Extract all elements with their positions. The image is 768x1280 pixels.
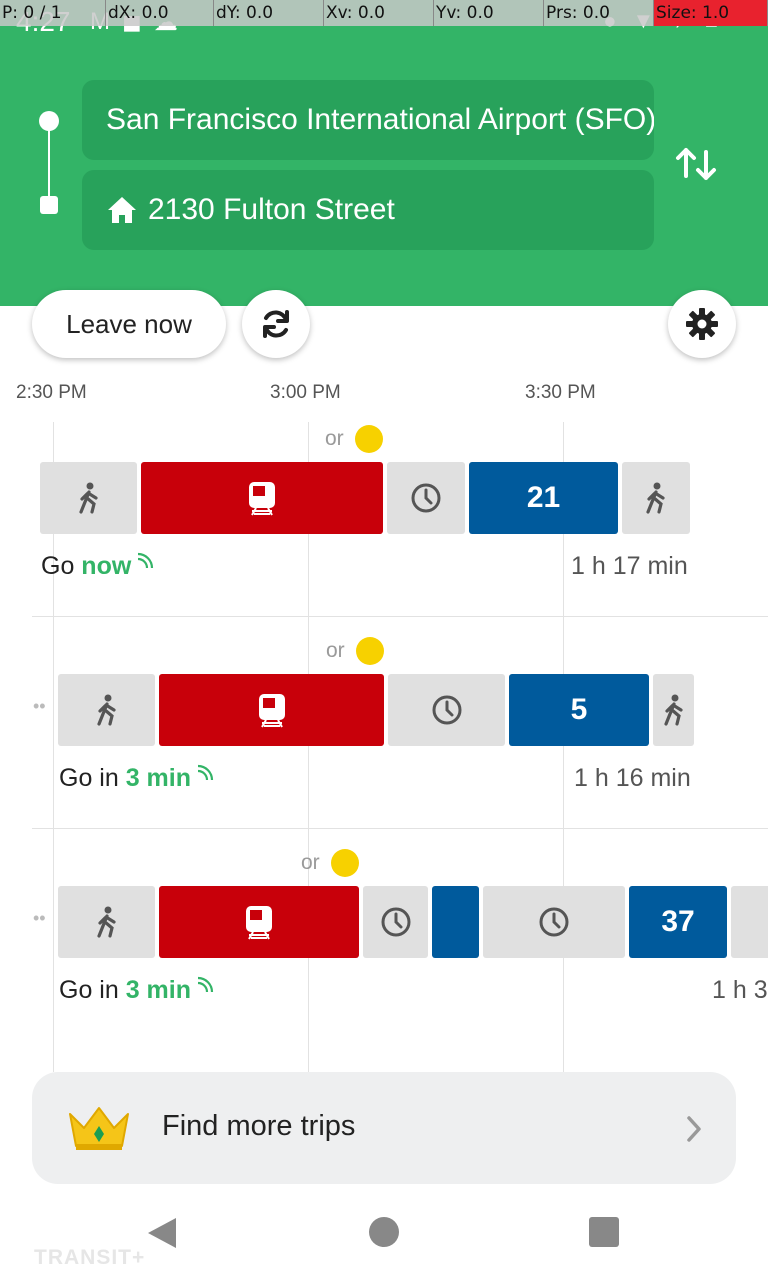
trip-duration: 1 h 3 <box>712 976 768 1004</box>
swap-icon[interactable] <box>672 140 720 188</box>
leave-now-label: Leave now <box>66 308 192 339</box>
alternative-indicator <box>331 849 359 877</box>
bus-route-label: 5 <box>570 693 588 726</box>
departure-text: Go now <box>41 552 154 581</box>
train-icon <box>258 694 285 728</box>
refresh-icon <box>263 310 289 338</box>
departure-prefix: Go in <box>59 764 126 792</box>
find-more-trips-label: Find more trips <box>162 1110 356 1142</box>
leave-now-button[interactable]: Leave now <box>32 290 226 358</box>
clock-icon <box>411 483 441 513</box>
walk-segment <box>653 674 694 746</box>
wait-segment <box>483 886 625 958</box>
nav-back-icon[interactable] <box>146 1216 178 1250</box>
wait-segment <box>387 462 465 534</box>
clock-icon <box>539 907 569 937</box>
departure-text: Go in 3 min <box>59 976 214 1005</box>
trip-duration: 1 h 17 min <box>571 552 688 580</box>
walk-segment <box>58 674 155 746</box>
destination-text: 2130 Fulton Street <box>148 193 395 226</box>
realtime-icon <box>138 552 154 569</box>
gear-icon <box>686 308 718 340</box>
walk-icon <box>663 694 683 726</box>
clock-icon <box>381 907 410 937</box>
rail-segment <box>141 462 383 534</box>
origin-field[interactable]: San Francisco International Airport (SFO… <box>82 80 654 160</box>
chevron-right-icon <box>687 1116 701 1142</box>
settings-button[interactable] <box>668 290 736 358</box>
trip-divider <box>32 828 768 829</box>
walk-icon <box>78 482 98 514</box>
bus-segment <box>432 886 479 958</box>
continuation-dots: •• <box>33 696 46 716</box>
alternative-indicator <box>356 637 384 665</box>
walk-icon <box>96 906 116 938</box>
debug-prs: Prs: 0.0 <box>544 0 654 26</box>
walk-icon <box>96 694 116 726</box>
debug-dx: dX: 0.0 <box>106 0 214 26</box>
departure-time: 3 min <box>125 976 191 1004</box>
bus-segment: 5 <box>509 674 649 746</box>
train-icon <box>246 906 272 940</box>
trip-divider <box>32 616 768 617</box>
time-label-2: 3:00 PM <box>270 382 341 403</box>
refresh-button[interactable] <box>242 290 310 358</box>
nav-recents-icon[interactable] <box>589 1217 619 1247</box>
debug-xv: Xv: 0.0 <box>324 0 434 26</box>
train-icon <box>249 482 275 516</box>
brand-watermark: TRANSIT+ <box>34 1246 146 1269</box>
departure-time: 3 min <box>125 764 191 792</box>
trip-header: 4:27 M ◼ ☁ ● ▼ ✈ ■ P: 0 / 1 dX: 0.0 dY: … <box>0 0 768 306</box>
time-label-3: 3:30 PM <box>525 382 596 403</box>
debug-size: Size: 1.0 <box>654 0 768 26</box>
walk-icon <box>646 482 665 514</box>
bus-segment: 37 <box>629 886 727 958</box>
debug-pointer: P: 0 / 1 <box>0 0 106 26</box>
crown-icon <box>69 1107 129 1150</box>
debug-yv: Yv: 0.0 <box>434 0 544 26</box>
walk-segment <box>40 462 137 534</box>
bus-route-label: 37 <box>661 905 695 938</box>
home-icon <box>108 197 136 223</box>
pointer-debug-overlay: P: 0 / 1 dX: 0.0 dY: 0.0 Xv: 0.0 Yv: 0.0… <box>0 0 768 26</box>
rail-segment <box>159 886 359 958</box>
rail-segment <box>159 674 384 746</box>
departure-prefix: Go <box>41 552 82 580</box>
origin-marker <box>39 111 59 131</box>
walk-segment <box>622 462 690 534</box>
continuation-dots: •• <box>33 908 46 928</box>
trip-duration: 1 h 16 min <box>574 764 691 792</box>
realtime-icon <box>197 976 214 993</box>
departure-prefix: Go in <box>59 976 126 1004</box>
destination-field[interactable]: 2130 Fulton Street <box>82 170 654 250</box>
or-label: or <box>325 427 344 450</box>
alternative-indicator <box>355 425 383 453</box>
nav-home-icon[interactable] <box>369 1217 399 1247</box>
or-label: or <box>326 639 345 662</box>
origin-text: San Francisco International Airport (SFO… <box>106 103 654 136</box>
departure-text: Go in 3 min <box>59 764 214 793</box>
app-root: 4:27 M ◼ ☁ ● ▼ ✈ ■ P: 0 / 1 dX: 0.0 dY: … <box>0 0 768 1280</box>
bus-segment: 21 <box>469 462 618 534</box>
clock-icon <box>432 695 461 725</box>
wait-segment <box>388 674 505 746</box>
debug-dy: dY: 0.0 <box>214 0 324 26</box>
departure-time: now <box>81 552 132 580</box>
destination-marker <box>40 196 58 214</box>
find-more-trips-button[interactable]: Find more trips <box>32 1072 736 1184</box>
time-label-1: 2:30 PM <box>16 382 87 403</box>
or-label: or <box>301 851 320 874</box>
wait-segment <box>363 886 428 958</box>
bus-route-label: 21 <box>526 481 561 514</box>
walk-segment <box>731 886 768 958</box>
realtime-icon <box>197 764 214 781</box>
walk-segment <box>58 886 155 958</box>
